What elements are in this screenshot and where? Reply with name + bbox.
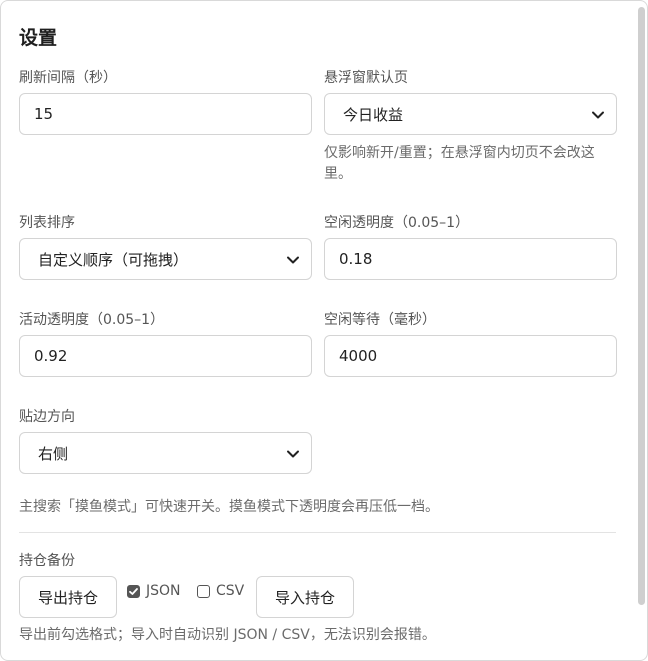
float-default-page-select[interactable]: 今日收益	[324, 93, 617, 135]
chevron-down-icon	[287, 450, 299, 458]
idle-wait-label: 空闲等待（毫秒）	[324, 312, 436, 328]
idle-opacity-value: 0.18	[339, 250, 373, 268]
list-sort-value: 自定义顺序（可拖拽）	[38, 250, 189, 269]
export-holdings-button[interactable]: 导出持仓	[19, 576, 117, 618]
checkbox-checked-icon	[127, 584, 140, 598]
dock-side-label: 贴边方向	[19, 409, 75, 425]
backup-label: 持仓备份	[19, 553, 75, 569]
divider	[19, 532, 616, 533]
csv-label: CSV	[216, 583, 245, 599]
list-sort-label: 列表排序	[19, 215, 75, 231]
dock-side-select[interactable]: 右侧	[19, 432, 312, 474]
settings-panel: 设置 刷新间隔（秒） 15 悬浮窗默认页 今日收益 仅影响新开/重置；在悬浮窗内…	[0, 0, 648, 661]
backup-note: 导出前勾选格式；导入时自动识别 JSON / CSV，无法识别会报错。	[19, 627, 436, 643]
export-holdings-label: 导出持仓	[37, 588, 98, 607]
active-opacity-value: 0.92	[34, 347, 68, 365]
list-sort-select[interactable]: 自定义顺序（可拖拽）	[19, 238, 312, 280]
float-default-page-note: 仅影响新开/重置；在悬浮窗内切页不会改这里。	[324, 145, 595, 182]
json-label: JSON	[146, 583, 181, 599]
float-default-page-label: 悬浮窗默认页	[324, 70, 408, 86]
csv-checkbox[interactable]: CSV	[197, 583, 244, 599]
active-opacity-input[interactable]: 0.92	[19, 335, 312, 377]
idle-opacity-label: 空闲透明度（0.05–1）	[324, 215, 470, 231]
chevron-down-icon	[592, 111, 604, 119]
float-default-page-value: 今日收益	[343, 105, 404, 124]
page-title: 设置	[19, 27, 58, 49]
active-opacity-label: 活动透明度（0.05–1）	[19, 312, 165, 328]
import-holdings-label: 导入持仓	[274, 588, 335, 607]
refresh-interval-input[interactable]: 15	[19, 93, 312, 135]
scrollbar[interactable]	[638, 7, 645, 605]
dock-side-value: 右侧	[38, 444, 69, 463]
checkbox-unchecked-icon	[197, 584, 210, 598]
idle-opacity-input[interactable]: 0.18	[324, 238, 617, 280]
refresh-interval-label: 刷新间隔（秒）	[19, 70, 117, 86]
refresh-interval-value: 15	[34, 105, 54, 123]
chevron-down-icon	[287, 256, 299, 264]
idle-wait-input[interactable]: 4000	[324, 335, 617, 377]
fish-mode-note: 主搜索「摸鱼模式」可快速开关。摸鱼模式下透明度会再压低一档。	[19, 499, 439, 515]
json-checkbox[interactable]: JSON	[127, 583, 181, 599]
import-holdings-button[interactable]: 导入持仓	[256, 576, 354, 618]
idle-wait-value: 4000	[339, 347, 378, 365]
